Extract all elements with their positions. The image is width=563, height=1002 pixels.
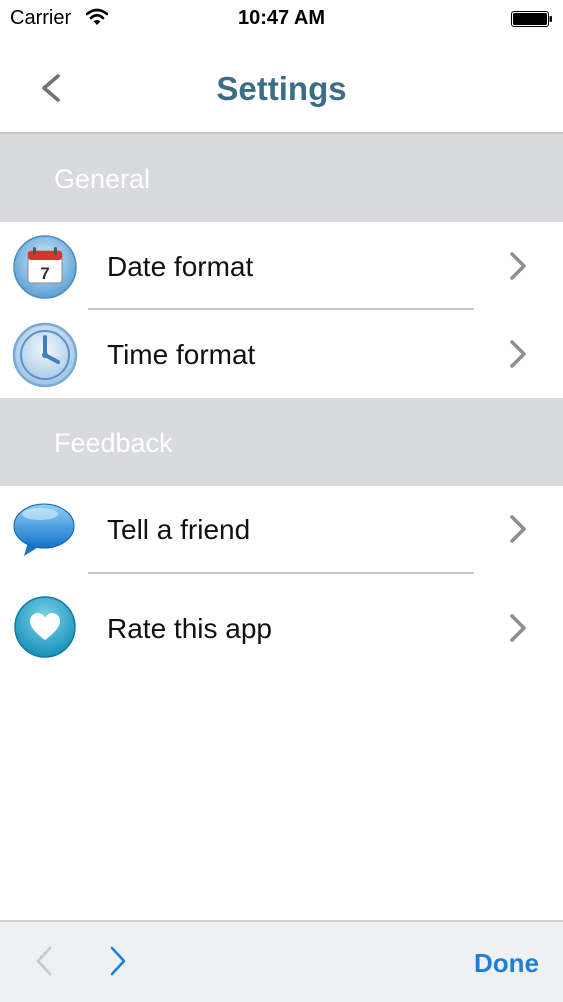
chevron-right-icon[interactable] xyxy=(106,944,130,978)
chevron-right-icon xyxy=(510,252,526,280)
navigation-bar: Settings xyxy=(0,40,563,134)
bottom-toolbar: Done xyxy=(0,920,563,1002)
settings-row-rate-this-app[interactable]: Rate this app xyxy=(0,574,563,662)
row-label: Tell a friend xyxy=(107,514,251,545)
settings-row-time-format[interactable]: Time format xyxy=(0,310,563,398)
clock-icon xyxy=(12,322,78,388)
section-title: General xyxy=(54,164,151,194)
section-title: Feedback xyxy=(54,428,173,458)
section-header-feedback: Feedback xyxy=(0,398,563,486)
calendar-icon: 7 xyxy=(13,235,77,299)
row-label: Rate this app xyxy=(107,613,272,644)
settings-row-date-format[interactable]: 7 Date format xyxy=(0,222,563,310)
settings-row-tell-a-friend[interactable]: Tell a friend xyxy=(0,486,563,574)
section-header-general: General xyxy=(0,134,563,222)
chevron-right-icon xyxy=(510,515,526,543)
page-title: Settings xyxy=(216,70,347,107)
row-label: Time format xyxy=(107,339,256,370)
chevron-right-icon xyxy=(510,614,526,642)
chevron-right-icon xyxy=(510,340,526,368)
heart-icon xyxy=(14,596,76,658)
calendar-day-label: 7 xyxy=(40,264,49,283)
status-time: 10:47 AM xyxy=(237,7,326,29)
chevron-left-icon[interactable] xyxy=(32,944,56,978)
row-label: Date format xyxy=(107,251,254,282)
speech-bubble-icon xyxy=(13,503,75,556)
status-bar: Carrier 10:47 AM xyxy=(0,0,563,40)
battery-icon xyxy=(511,11,552,27)
done-button[interactable]: Done xyxy=(474,948,539,979)
